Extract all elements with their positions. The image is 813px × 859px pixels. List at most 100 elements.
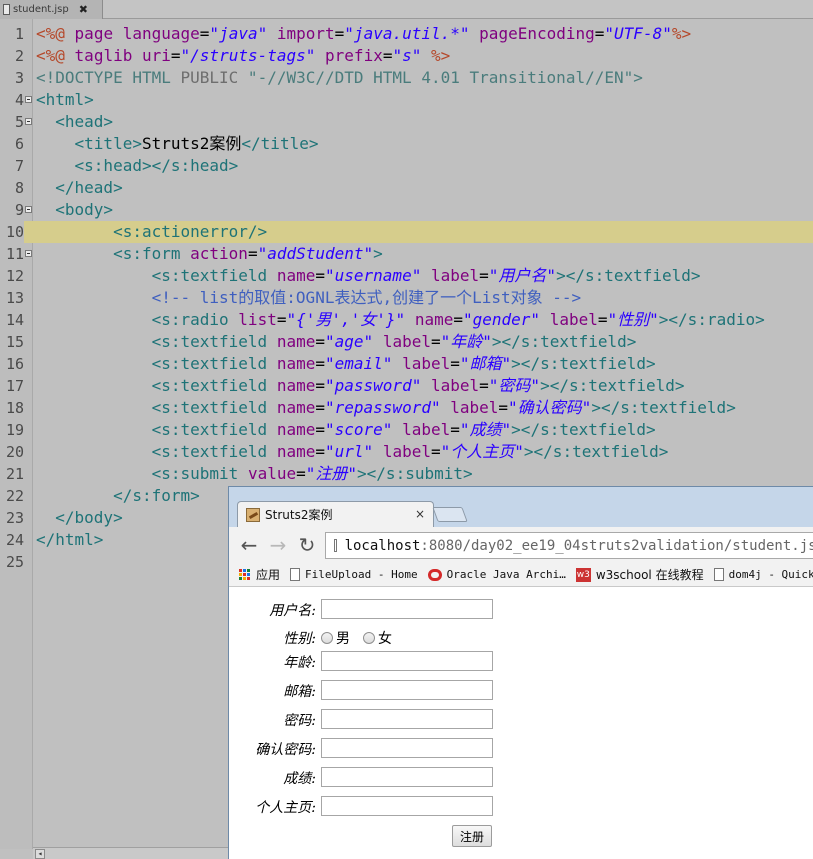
fold-toggle-icon[interactable] xyxy=(25,96,32,103)
code-line[interactable]: 20 <s:textfield name="url" label="个人主页">… xyxy=(0,441,813,463)
code-token: Struts2案例 xyxy=(141,134,242,153)
fold-toggle-icon[interactable] xyxy=(25,250,32,257)
line-number: 11 xyxy=(5,245,24,263)
code-line[interactable]: 2 <%@ taglib uri="/struts-tags" prefix="s… xyxy=(0,45,813,67)
password-input[interactable] xyxy=(321,709,493,729)
forward-icon[interactable]: → xyxy=(266,533,290,557)
code-text: <s:actionerror/> xyxy=(36,221,267,243)
code-line[interactable]: 8 </head> xyxy=(0,177,813,199)
bookmark-item[interactable]: FileUpload - Home xyxy=(290,568,418,581)
code-token: > xyxy=(373,244,383,263)
code-token: = xyxy=(594,24,605,43)
code-line[interactable]: 9 <body> xyxy=(0,199,813,221)
bookmark-label: Oracle Java Archi… xyxy=(446,568,566,581)
horizontal-scrollbar[interactable]: ◂ xyxy=(33,847,228,859)
code-line[interactable]: 10 <s:actionerror/> xyxy=(0,221,813,243)
age-input[interactable] xyxy=(321,651,493,671)
code-token: <head> xyxy=(55,112,114,131)
bookmark-item[interactable]: 应用 xyxy=(239,566,280,583)
code-line[interactable]: 14 <s:radio list="{'男','女'}" name="gende… xyxy=(0,309,813,331)
page-icon xyxy=(334,539,337,552)
register-submit-button[interactable]: 注册 xyxy=(452,825,492,847)
code-token: label xyxy=(382,332,431,351)
code-token: <!-- list的取值:OGNL表达式,创建了一个List对象 --> xyxy=(151,288,582,307)
code-token: <s:actionerror/> xyxy=(113,222,268,241)
code-token: "性别" xyxy=(607,310,659,329)
code-token: <%@ xyxy=(36,24,65,43)
editor-tab-student-jsp[interactable]: student.jsp ✖ xyxy=(0,0,103,19)
gender-radio-female[interactable] xyxy=(363,632,375,644)
browser-tab[interactable]: Struts2案例 × xyxy=(237,501,434,527)
code-token: ></s:submit> xyxy=(357,464,473,483)
code-text: <body> xyxy=(36,199,113,221)
code-line[interactable]: 12 <s:textfield name="username" label="用… xyxy=(0,265,813,287)
back-icon[interactable]: ← xyxy=(237,533,261,557)
code-line[interactable]: 4 <html> xyxy=(0,89,813,111)
browser-tab-title: Struts2案例 xyxy=(265,508,333,522)
code-line[interactable]: 15 <s:textfield name="age" label="年龄"></… xyxy=(0,331,813,353)
email-input[interactable] xyxy=(321,680,493,700)
code-line[interactable]: 13 <!-- list的取值:OGNL表达式,创建了一个List对象 --> xyxy=(0,287,813,309)
line-number: 8 xyxy=(14,179,24,197)
code-token: <s:textfield xyxy=(151,398,268,417)
code-line[interactable]: 17 <s:textfield name="password" label="密… xyxy=(0,375,813,397)
code-token: = xyxy=(315,420,325,439)
code-token: = xyxy=(199,24,210,43)
code-line[interactable]: 16 <s:textfield name="email" label="邮箱">… xyxy=(0,353,813,375)
code-text: <!-- list的取值:OGNL表达式,创建了一个List对象 --> xyxy=(36,287,582,309)
reload-icon[interactable]: ↻ xyxy=(295,533,319,557)
code-line[interactable]: 6 <title>Struts2案例</title> xyxy=(0,133,813,155)
bookmark-item[interactable]: dom4j - Quick xyxy=(713,568,813,581)
gender-label: 性别: xyxy=(283,631,316,647)
fold-toggle-icon[interactable] xyxy=(25,118,32,125)
line-number: 20 xyxy=(5,443,24,461)
bookmark-item[interactable]: Oracle Java Archi… xyxy=(427,568,566,581)
fold-toggle-icon[interactable] xyxy=(25,206,32,213)
code-token: "age" xyxy=(325,332,374,351)
code-token: ></s:textfield> xyxy=(556,266,701,285)
code-token: = xyxy=(315,332,325,351)
code-line[interactable]: 21 <s:submit value="注册"></s:submit> xyxy=(0,463,813,485)
code-token: = xyxy=(498,398,509,417)
repassword-input[interactable] xyxy=(321,738,493,758)
code-text: </html> xyxy=(36,529,103,551)
code-text: <s:textfield name="age" label="年龄"></s:t… xyxy=(36,331,637,353)
code-token: name xyxy=(276,266,316,285)
code-token: "用户名" xyxy=(488,266,557,285)
code-token: = xyxy=(450,420,460,439)
gender-radio-male[interactable] xyxy=(321,632,333,644)
code-line[interactable]: 1 <%@ page language="java" import="java.u… xyxy=(0,23,813,45)
code-token: "-//W3C//DTD HTML 4.01 Transitional//EN"… xyxy=(238,68,643,87)
code-line[interactable]: 19 <s:textfield name="score" label="成绩">… xyxy=(0,419,813,441)
score-input[interactable] xyxy=(321,767,493,787)
browser-tab-strip: Struts2案例 × xyxy=(229,487,813,527)
code-line[interactable]: 5 <head> xyxy=(0,111,813,133)
new-tab-button[interactable] xyxy=(432,507,468,522)
close-icon[interactable]: ✖ xyxy=(79,3,88,16)
code-token: = xyxy=(597,310,608,329)
code-line[interactable]: 7 <s:head></s:head> xyxy=(0,155,813,177)
scroll-left-icon[interactable]: ◂ xyxy=(35,849,45,859)
close-tab-icon[interactable]: × xyxy=(415,507,425,521)
url-input[interactable] xyxy=(321,796,493,816)
code-token: ></s:textfield> xyxy=(540,376,685,395)
address-bar[interactable]: localhost:8080/day02_ee19_04struts2valid… xyxy=(325,532,813,559)
code-line[interactable]: 18 <s:textfield name="repassword" label=… xyxy=(0,397,813,419)
code-line[interactable]: 11 <s:form action="addStudent"> xyxy=(0,243,813,265)
bookmark-item[interactable]: w3 w3school 在线教程 xyxy=(575,566,704,583)
line-number: 15 xyxy=(5,333,24,351)
page-icon xyxy=(713,568,724,581)
username-input[interactable] xyxy=(321,599,493,619)
code-text: <html> xyxy=(36,89,94,111)
code-line[interactable]: 3 <!DOCTYPE HTML PUBLIC "-//W3C//DTD HTML… xyxy=(0,67,813,89)
oracle-icon xyxy=(427,568,442,581)
